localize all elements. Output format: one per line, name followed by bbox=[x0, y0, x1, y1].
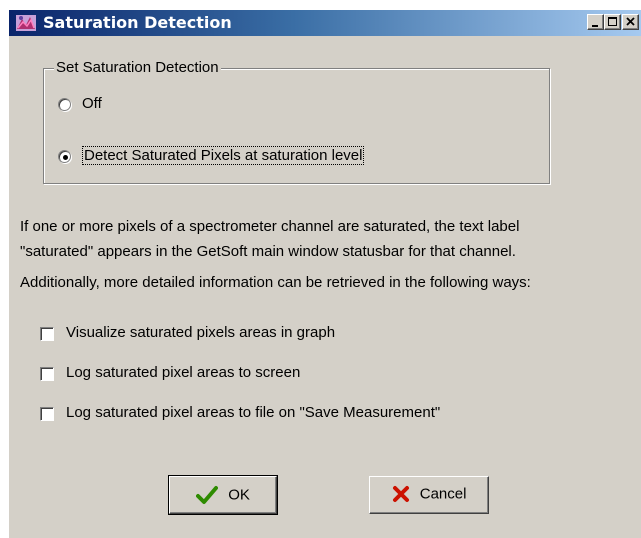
app-icon[interactable] bbox=[15, 13, 37, 33]
checkbox-box-log-screen[interactable] bbox=[40, 367, 54, 381]
ok-button[interactable]: OK bbox=[168, 475, 278, 515]
saturation-group-box bbox=[43, 68, 550, 184]
ok-button-label: OK bbox=[228, 486, 250, 504]
window-title: Saturation Detection bbox=[43, 13, 232, 32]
radio-off-label: Off bbox=[82, 95, 102, 112]
radio-detect-label-wrap: Detect Saturated Pixels at saturation le… bbox=[82, 146, 365, 165]
ok-button-content: OK bbox=[170, 485, 276, 505]
close-icon bbox=[626, 17, 635, 26]
cancel-button-label: Cancel bbox=[419, 485, 467, 503]
checkbox-log-screen-label: Log saturated pixel areas to screen bbox=[66, 364, 301, 381]
radio-detect-label: Detect Saturated Pixels at saturation le… bbox=[82, 146, 365, 165]
radio-button-detect[interactable] bbox=[58, 150, 71, 163]
saturation-detection-dialog: Saturation Detection Set Saturation Dete… bbox=[9, 10, 641, 538]
group-label: Set Saturation Detection bbox=[54, 59, 221, 76]
radio-button-off[interactable] bbox=[58, 98, 71, 111]
checkbox-box-visualize[interactable] bbox=[40, 327, 54, 341]
info-text-line-3: Additionally, more detailed information … bbox=[20, 274, 531, 291]
title-bar[interactable]: Saturation Detection bbox=[9, 10, 641, 36]
checkbox-box-log-file[interactable] bbox=[40, 407, 54, 421]
cancel-button[interactable]: Cancel bbox=[369, 476, 489, 514]
close-button[interactable] bbox=[622, 14, 639, 30]
maximize-icon bbox=[608, 17, 617, 26]
checkbox-log-file-label: Log saturated pixel areas to file on "Sa… bbox=[66, 404, 441, 421]
x-icon bbox=[392, 486, 409, 503]
checkmark-icon bbox=[196, 486, 219, 504]
info-text-line-1: If one or more pixels of a spectrometer … bbox=[20, 218, 520, 235]
cancel-button-content: Cancel bbox=[370, 485, 488, 503]
radio-selected-dot bbox=[63, 155, 68, 160]
minimize-button[interactable] bbox=[587, 14, 604, 30]
maximize-button[interactable] bbox=[604, 14, 621, 30]
minimize-icon bbox=[592, 25, 598, 27]
checkbox-visualize-label: Visualize saturated pixels areas in grap… bbox=[66, 324, 336, 341]
info-text-line-2: "saturated" appears in the GetSoft main … bbox=[20, 243, 516, 260]
